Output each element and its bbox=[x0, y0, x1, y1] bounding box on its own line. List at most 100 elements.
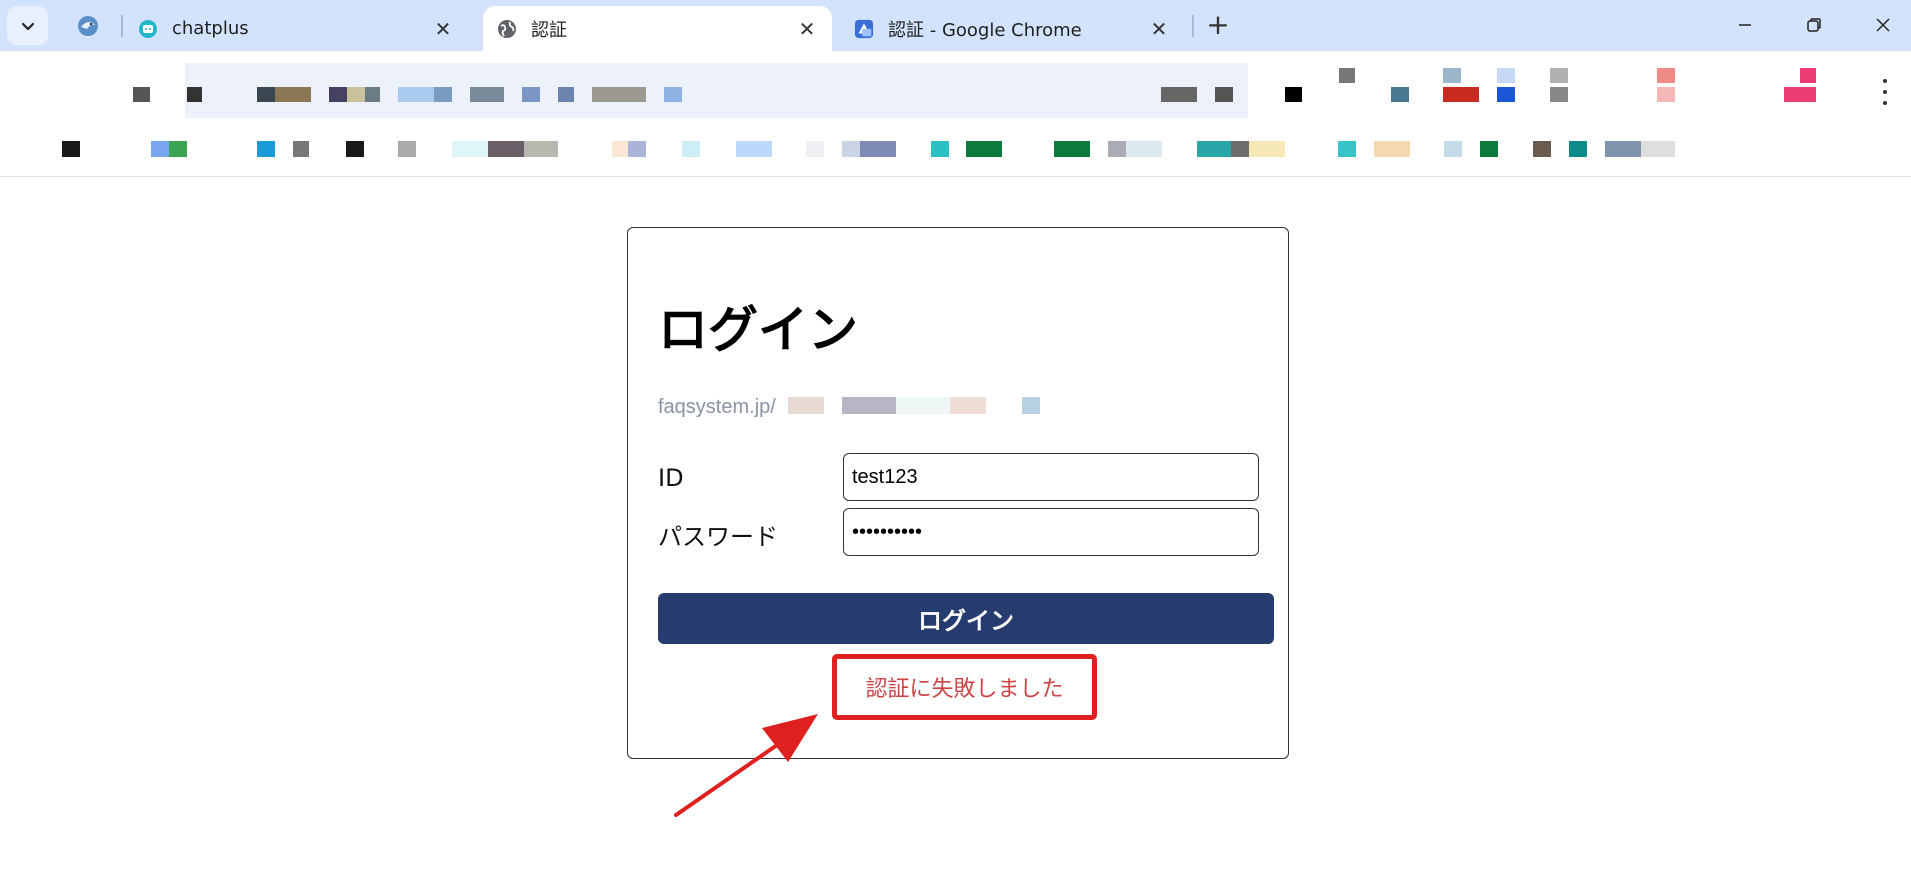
pixelated-block bbox=[1533, 141, 1551, 157]
pixelated-block bbox=[398, 141, 416, 157]
chevron-down-icon bbox=[21, 22, 34, 30]
minimize-icon bbox=[1739, 24, 1751, 26]
pixelated-block bbox=[275, 87, 311, 102]
pixelated-block bbox=[1497, 87, 1515, 102]
minimize-button[interactable] bbox=[1722, 8, 1768, 42]
pinned-tab[interactable] bbox=[70, 12, 105, 40]
restore-icon bbox=[1807, 18, 1821, 32]
pixelated-block bbox=[346, 141, 364, 157]
pixelated-block bbox=[1605, 141, 1641, 157]
id-label: ID bbox=[658, 464, 684, 492]
pixelated-block bbox=[842, 397, 896, 414]
pixelated-block bbox=[1022, 397, 1040, 414]
error-message: 認証に失敗しました bbox=[865, 677, 1064, 702]
pixelated-block bbox=[1569, 141, 1587, 157]
pixelated-block bbox=[257, 87, 275, 102]
tab-separator bbox=[1192, 15, 1194, 37]
id-input[interactable] bbox=[843, 453, 1259, 501]
pixelated-block bbox=[788, 397, 824, 414]
pixelated-block bbox=[664, 87, 682, 102]
tab-title: 認証 bbox=[531, 19, 567, 41]
pixelated-block bbox=[522, 87, 540, 102]
pixelated-block bbox=[398, 87, 434, 102]
pixelated-block bbox=[452, 141, 488, 157]
globe-icon bbox=[497, 19, 517, 39]
pixelated-block bbox=[592, 87, 646, 102]
pixelated-block bbox=[736, 141, 772, 157]
pixelated-block bbox=[1391, 87, 1409, 102]
pixelated-block bbox=[1550, 87, 1568, 102]
pixelated-block bbox=[806, 141, 824, 157]
pixelated-block bbox=[1215, 87, 1233, 102]
pixelated-block bbox=[860, 141, 896, 157]
tab-chatplus[interactable]: chatplus ✕ bbox=[124, 6, 468, 51]
login-button[interactable]: ログイン bbox=[658, 593, 1274, 644]
close-icon bbox=[1876, 18, 1890, 32]
pixelated-block bbox=[558, 87, 574, 102]
pixelated-block bbox=[365, 87, 380, 102]
tab-strip: chatplus ✕ 認証 ✕ 認証 - Google Chrome ✕ + bbox=[0, 0, 1911, 51]
close-window-button[interactable] bbox=[1860, 8, 1906, 42]
app-icon bbox=[854, 19, 874, 39]
pixelated-block bbox=[293, 141, 309, 157]
pixelated-block bbox=[896, 397, 950, 414]
pixelated-block bbox=[169, 141, 187, 157]
restore-button[interactable] bbox=[1791, 8, 1837, 42]
pixelated-block bbox=[1338, 141, 1356, 157]
pixelated-block bbox=[1657, 68, 1675, 83]
tab-title: chatplus bbox=[172, 18, 249, 39]
dolphin-app-icon bbox=[77, 16, 98, 36]
pixelated-block bbox=[1126, 141, 1162, 157]
tab-auth-chrome[interactable]: 認証 - Google Chrome ✕ bbox=[840, 6, 1184, 51]
pixelated-block bbox=[1161, 87, 1197, 102]
pixelated-block bbox=[931, 141, 949, 157]
pixelated-block bbox=[1800, 68, 1816, 83]
pixelated-block bbox=[1480, 141, 1498, 157]
pixelated-block bbox=[1443, 68, 1461, 83]
pixelated-block bbox=[612, 141, 628, 157]
tab-separator bbox=[121, 15, 123, 37]
close-icon[interactable]: ✕ bbox=[432, 17, 454, 41]
tab-title: 認証 - Google Chrome bbox=[888, 19, 1082, 41]
pixelated-block bbox=[1374, 141, 1410, 157]
pixelated-block bbox=[488, 141, 524, 157]
pixelated-block bbox=[1784, 87, 1816, 102]
pixelated-block bbox=[1641, 141, 1675, 157]
pixelated-block bbox=[257, 141, 275, 157]
site-url: faqsystem.jp/ bbox=[658, 396, 776, 418]
pixelated-block bbox=[1444, 141, 1462, 157]
pixelated-block bbox=[842, 141, 860, 157]
pixelated-block bbox=[470, 87, 504, 102]
bookmarks-bar bbox=[0, 129, 1911, 177]
pixelated-block bbox=[524, 141, 558, 157]
pixelated-block bbox=[329, 87, 347, 102]
pixelated-block bbox=[1497, 68, 1515, 83]
tab-search-button[interactable] bbox=[7, 6, 48, 45]
pixelated-block bbox=[62, 141, 80, 157]
close-icon[interactable]: ✕ bbox=[1148, 17, 1170, 41]
more-menu-icon[interactable] bbox=[1876, 79, 1894, 105]
close-icon[interactable]: ✕ bbox=[796, 17, 818, 41]
password-input[interactable] bbox=[843, 508, 1259, 556]
pixelated-block bbox=[950, 397, 986, 414]
error-highlight-box: 認証に失敗しました bbox=[832, 654, 1097, 720]
pixelated-block bbox=[151, 141, 169, 157]
pixelated-block bbox=[133, 87, 150, 102]
new-tab-button[interactable]: + bbox=[1203, 11, 1233, 41]
chatplus-icon bbox=[138, 19, 158, 39]
pixelated-block bbox=[187, 87, 202, 102]
pixelated-block bbox=[1054, 141, 1090, 157]
pixelated-block bbox=[1550, 68, 1568, 83]
pixelated-block bbox=[1108, 141, 1126, 157]
pixelated-block bbox=[1285, 87, 1302, 102]
password-label: パスワード bbox=[658, 523, 778, 551]
tab-auth-active[interactable]: 認証 ✕ bbox=[483, 6, 832, 51]
page-title: ログイン bbox=[658, 301, 858, 359]
pixelated-block bbox=[1657, 87, 1675, 102]
pixelated-block bbox=[1443, 87, 1479, 102]
pixelated-block bbox=[1339, 68, 1355, 83]
pixelated-block bbox=[966, 141, 1002, 157]
pixelated-block bbox=[347, 87, 365, 102]
pixelated-block bbox=[434, 87, 452, 102]
pixelated-block bbox=[628, 141, 646, 157]
